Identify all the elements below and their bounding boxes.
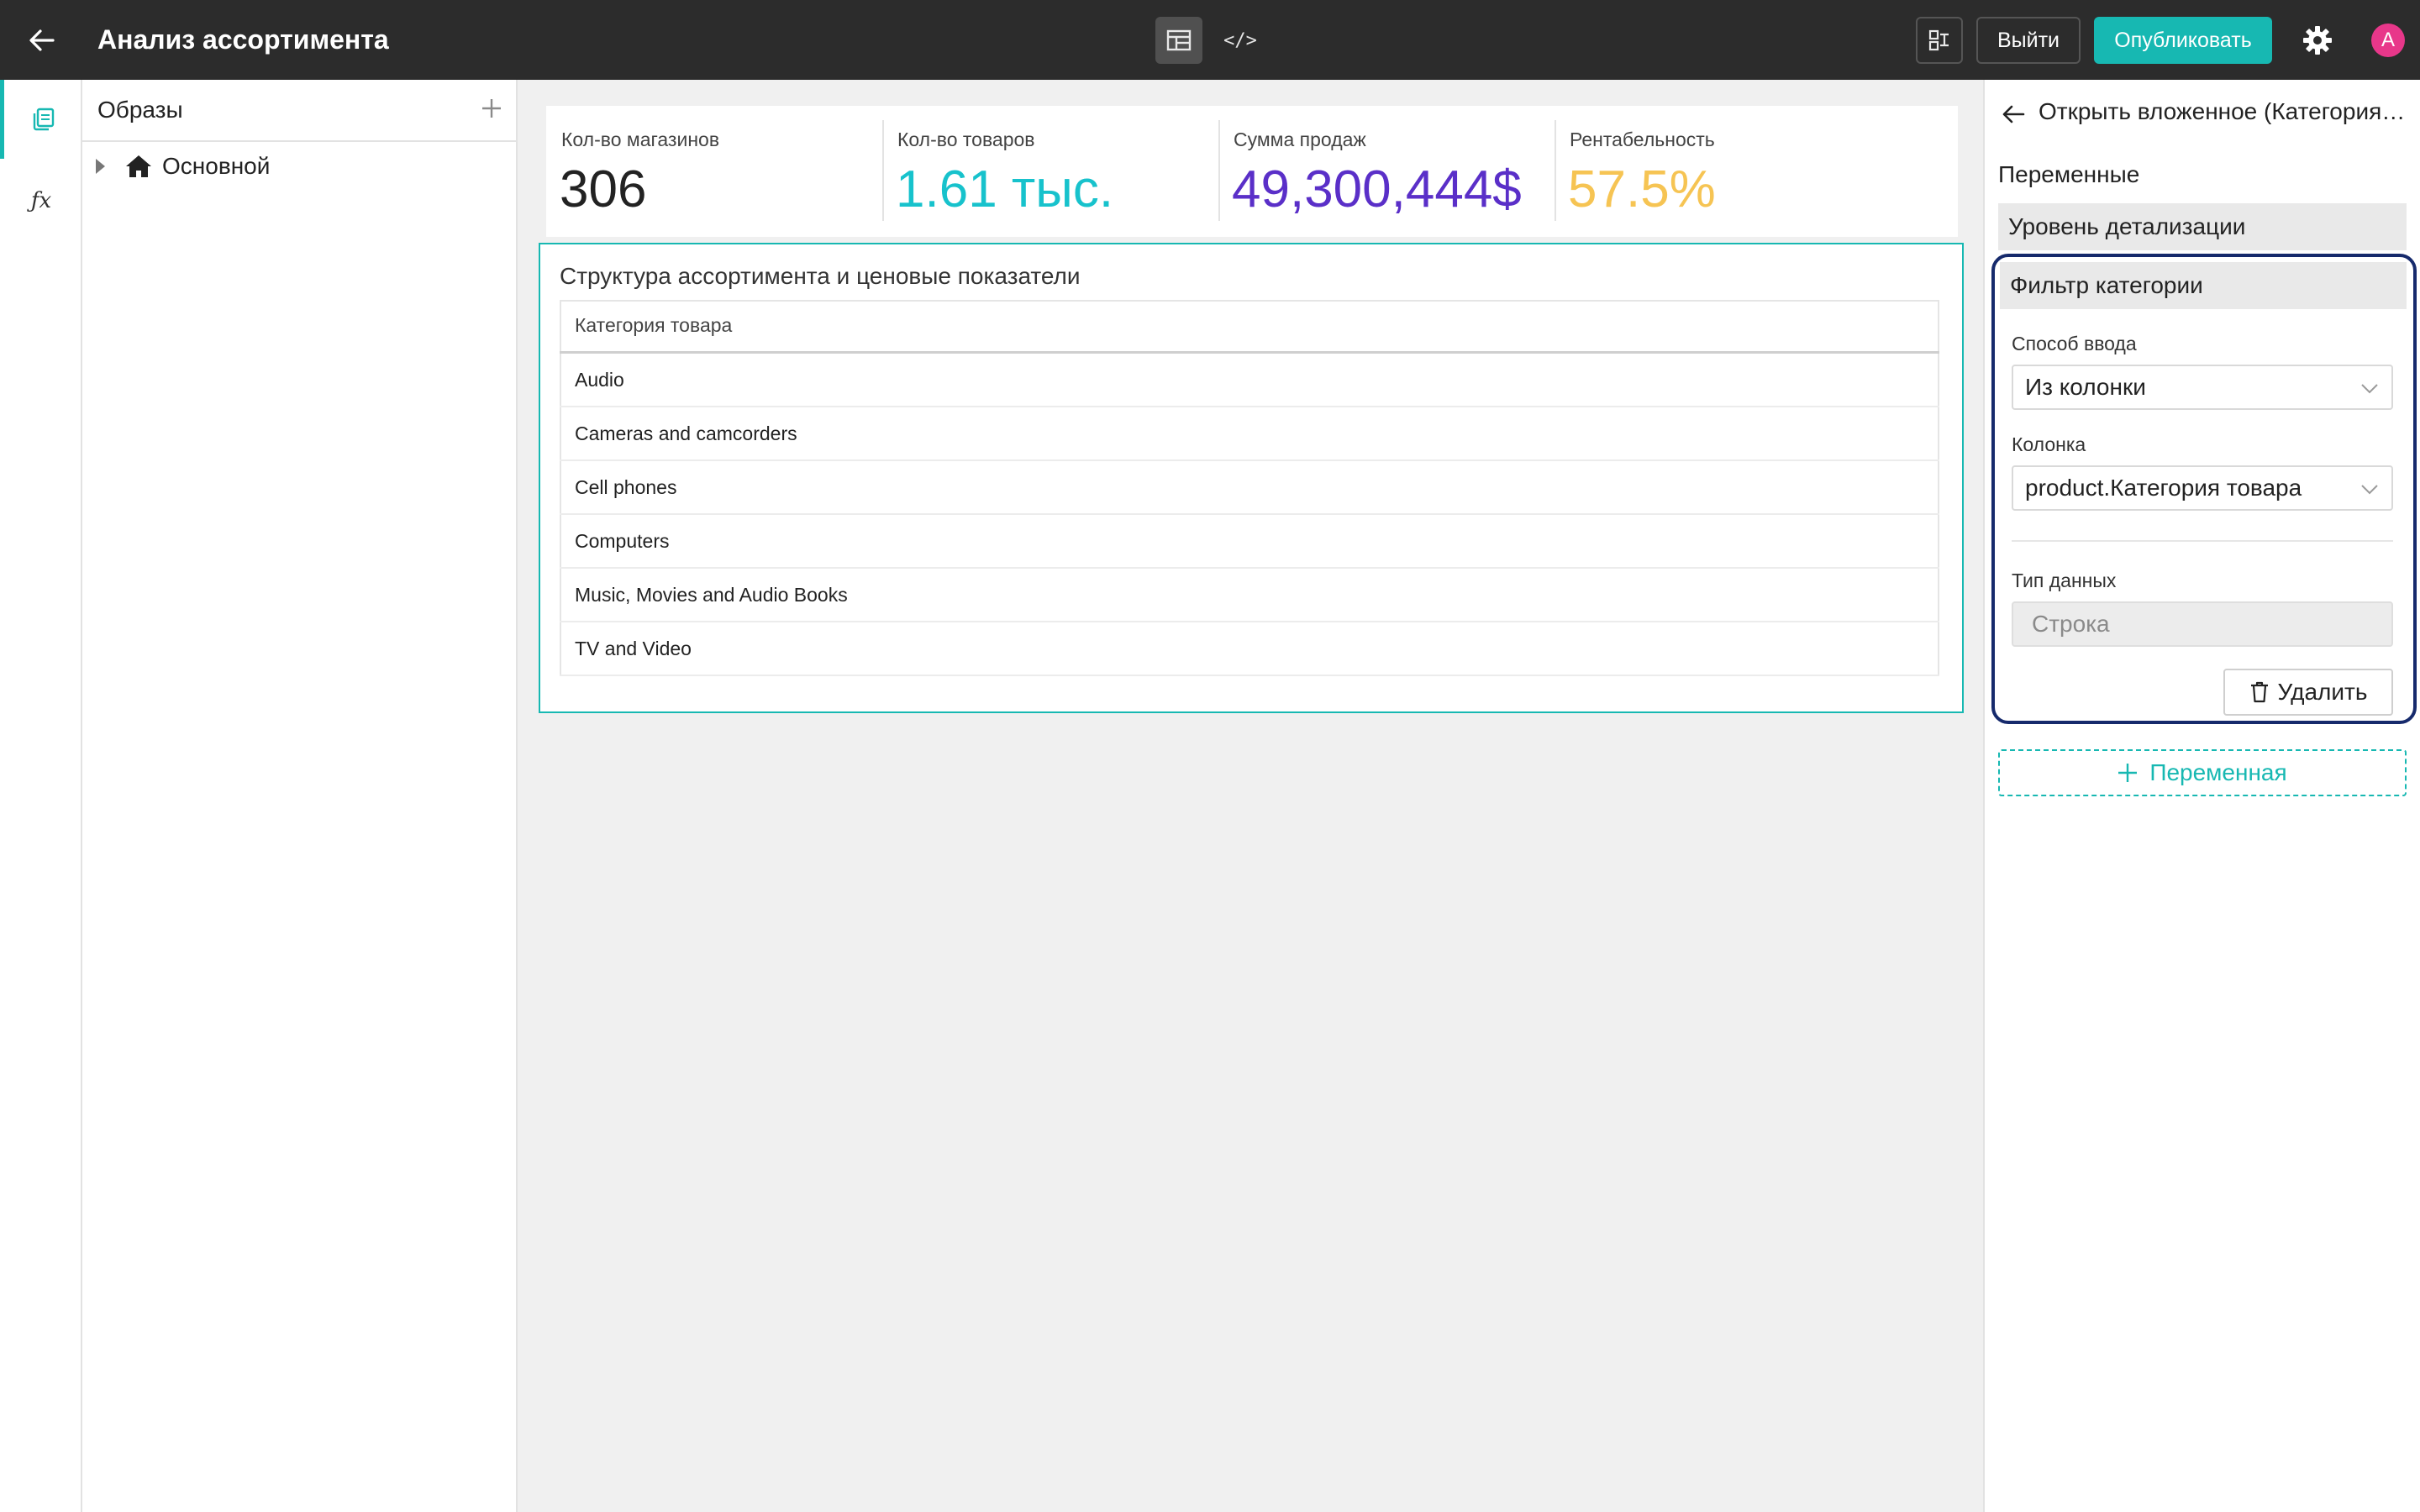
add-variable-label: Переменная (2149, 759, 2287, 785)
table-row[interactable]: Cell phones (560, 461, 1939, 515)
pages-panel-title: Образы (97, 97, 183, 123)
variables-title: Переменные (1998, 161, 2140, 187)
delete-label: Удалить (2277, 679, 2368, 705)
divider (2012, 540, 2393, 542)
data-type-label: Тип данных (2012, 570, 2117, 591)
rail-pages-button[interactable] (0, 80, 82, 159)
table-row[interactable]: TV and Video (560, 622, 1939, 676)
table-row[interactable]: Cameras and camcorders (560, 407, 1939, 461)
kpi-label: Кол-во магазинов (561, 129, 720, 150)
table-row[interactable]: Computers (560, 515, 1939, 569)
home-icon (126, 155, 151, 177)
table-header-category[interactable]: Категория товара (560, 300, 1939, 354)
fx-icon: ƒx (30, 188, 52, 213)
add-page-button[interactable] (474, 91, 509, 126)
layout-icon (1166, 29, 1192, 51)
kpi-value: 306 (560, 160, 647, 218)
left-icon-rail (0, 80, 82, 1512)
panel-title: Открыть вложенное (Категория товара) (2039, 98, 2408, 124)
kpi-label: Кол-во товаров (897, 129, 1035, 150)
column-value: product.Категория товара (2025, 475, 2302, 501)
pages-icon (33, 108, 54, 131)
kpi-sales[interactable]: Сумма продаж 49,300,444$ (1218, 106, 1555, 237)
kpi-label: Сумма продаж (1234, 129, 1366, 150)
kpi-value: 57.5% (1568, 160, 1716, 218)
arrow-left-icon (29, 29, 55, 51)
publish-button[interactable]: Опубликовать (2094, 17, 2272, 64)
rail-functions-button[interactable]: ƒx (0, 165, 82, 237)
structure-icon (1928, 29, 1949, 51)
trash-icon (2250, 681, 2268, 703)
input-method-select[interactable]: Из колонки (2012, 365, 2393, 410)
add-variable-button[interactable]: Переменная (1998, 749, 2407, 796)
back-button[interactable] (18, 17, 66, 64)
structure-button[interactable] (1916, 17, 1963, 64)
gear-icon (2303, 26, 2332, 55)
settings-button[interactable] (2294, 17, 2341, 64)
plus-icon (482, 99, 501, 118)
tree-item-main[interactable]: Основной (87, 146, 508, 186)
table-row[interactable]: Audio (560, 354, 1939, 407)
delete-variable-button[interactable]: Удалить (2223, 669, 2393, 716)
table-title: Структура ассортимента и ценовые показат… (560, 263, 1081, 289)
caret-right-icon[interactable] (96, 159, 105, 174)
tree-item-label: Основной (162, 153, 271, 179)
app-title: Анализ ассортимента (97, 24, 389, 55)
user-avatar[interactable]: A (2371, 24, 2405, 57)
plus-icon (2118, 764, 2138, 782)
chevron-down-icon (2361, 384, 2378, 394)
kpi-profitability[interactable]: Рентабельность 57.5% (1555, 106, 1924, 237)
code-mode-button[interactable]: </> (1217, 17, 1264, 64)
data-type-field: Строка (2012, 601, 2393, 647)
kpi-label: Рентабельность (1570, 129, 1715, 150)
panel-back-button[interactable] (1996, 97, 2030, 131)
table-row[interactable]: Music, Movies and Audio Books (560, 569, 1939, 622)
column-label: Колонка (2012, 433, 2086, 455)
layout-mode-button[interactable] (1155, 17, 1202, 64)
kpi-products[interactable]: Кол-во товаров 1.61 тыс. (882, 106, 1218, 237)
kpi-value: 49,300,444$ (1232, 160, 1522, 218)
chevron-down-icon (2361, 485, 2378, 495)
input-method-value: Из колонки (2025, 374, 2146, 400)
exit-button[interactable]: Выйти (1976, 17, 2081, 64)
column-select[interactable]: product.Категория товара (2012, 465, 2393, 511)
variable-category-filter[interactable]: Фильтр категории (2000, 262, 2407, 309)
kpi-value: 1.61 тыс. (896, 160, 1114, 218)
variable-detail-level[interactable]: Уровень детализации (1998, 203, 2407, 250)
kpi-stores[interactable]: Кол-во магазинов 306 (546, 106, 882, 237)
pages-panel (82, 80, 518, 1512)
arrow-left-icon (2002, 105, 2025, 123)
input-method-label: Способ ввода (2012, 333, 2137, 354)
